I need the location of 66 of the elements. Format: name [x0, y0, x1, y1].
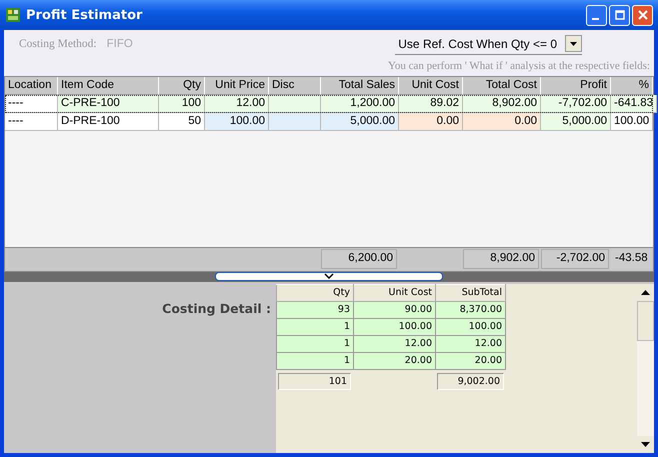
- column-header[interactable]: Item Code: [58, 77, 159, 95]
- table-cell: 12.00: [205, 95, 269, 113]
- column-header[interactable]: Disc: [269, 77, 321, 95]
- column-header[interactable]: Unit Price: [205, 77, 269, 95]
- table-cell: 5,000.00: [541, 113, 611, 131]
- table-cell: 1,200.00: [321, 95, 399, 113]
- total-value: -2,702.00: [541, 249, 609, 269]
- column-header[interactable]: Location: [5, 77, 58, 95]
- app-icon: [5, 7, 21, 23]
- maximize-icon: [614, 10, 624, 20]
- table-cell: 12.00: [354, 335, 436, 352]
- total-value: -43.58: [611, 249, 652, 269]
- table-cell: 90.00: [354, 301, 436, 318]
- scroll-thumb[interactable]: [637, 300, 654, 340]
- table-cell: 1: [276, 318, 354, 335]
- table-cell: 100: [159, 95, 205, 113]
- table-cell: ----: [5, 113, 58, 131]
- table-cell: 100.00: [436, 318, 506, 335]
- table-cell: 20.00: [436, 352, 506, 369]
- table-cell: 0.00: [399, 113, 463, 131]
- table-cell: 100.00: [354, 318, 436, 335]
- column-header: Unit Cost: [354, 284, 436, 301]
- table-cell: 12.00: [436, 335, 506, 352]
- table-cell: C-PRE-100: [58, 95, 159, 113]
- close-icon: [638, 10, 648, 20]
- costing-detail-label: Costing Detail :: [161, 300, 272, 318]
- table-cell: 8,902.00: [463, 95, 541, 113]
- table-cell: [269, 113, 321, 131]
- total-value: 8,902.00: [463, 249, 539, 269]
- column-header: Qty: [276, 284, 354, 301]
- table-cell: 89.02: [399, 95, 463, 113]
- ref-cost-dropdown[interactable]: Use Ref. Cost When Qty <= 0: [395, 33, 582, 55]
- table-cell: 5,000.00: [321, 113, 399, 131]
- table-cell: D-PRE-100: [58, 113, 159, 131]
- total-value: 9,002.00: [437, 372, 504, 390]
- window-title: Profit Estimator: [26, 8, 142, 22]
- table-cell: [269, 95, 321, 113]
- total-value: 6,200.00: [321, 249, 397, 269]
- table-cell: ----: [5, 95, 58, 113]
- column-header[interactable]: Total Sales: [321, 77, 399, 95]
- costing-method-label: Costing Method:: [19, 38, 97, 50]
- table-cell: 50: [159, 113, 205, 131]
- column-header[interactable]: %: [611, 77, 653, 95]
- column-header[interactable]: Qty: [159, 77, 205, 95]
- table-cell: 100.00: [611, 113, 654, 131]
- table-cell: 1: [276, 352, 354, 369]
- table-cell: 8,370.00: [436, 301, 506, 318]
- table-cell: 100.00: [205, 113, 269, 131]
- table-cell: -7,702.00: [541, 95, 611, 113]
- table-cell: 20.00: [354, 352, 436, 369]
- table-cell: 93: [276, 301, 354, 318]
- minimize-button[interactable]: [586, 4, 607, 26]
- close-button[interactable]: [632, 4, 653, 26]
- total-value: 101: [278, 372, 351, 390]
- table-row[interactable]: ---- D-PRE-100 50 100.00 5,000.00 0.00 0.00 5,000.00 100.00: [5, 113, 653, 131]
- column-header: SubTotal: [436, 284, 506, 301]
- maximize-button[interactable]: [609, 4, 630, 26]
- column-header[interactable]: Total Cost: [463, 77, 541, 95]
- column-header[interactable]: Profit: [541, 77, 611, 95]
- costing-method-value: FIFO: [106, 38, 133, 50]
- hint-text: You can perform ' What if ' analysis at the respective fields:: [4, 58, 654, 76]
- table-cell: 1: [276, 335, 354, 352]
- table-cell: -641.83: [611, 95, 658, 113]
- minimize-icon: [592, 18, 598, 20]
- column-header[interactable]: Unit Cost: [399, 77, 463, 95]
- table-cell: 0.00: [463, 113, 541, 131]
